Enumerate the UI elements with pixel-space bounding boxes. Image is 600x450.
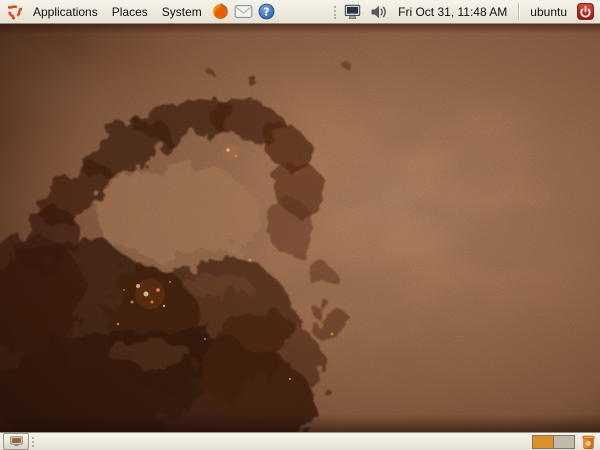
top-panel-tray: Fri Oct 31, 11:48 AM ubuntu (331, 1, 597, 22)
user-switcher-label[interactable]: ubuntu (526, 5, 571, 19)
ubuntu-circle-of-friends (6, 3, 23, 20)
panel-separator (518, 3, 520, 20)
clock-applet[interactable]: Fri Oct 31, 11:48 AM (393, 5, 512, 19)
grip-dots-icon (333, 4, 337, 20)
envelope-icon (234, 4, 253, 19)
top-panel: Applications Places System (0, 0, 600, 24)
ubuntu-desktop-screen: Applications Places System (0, 0, 600, 450)
help-launcher[interactable]: ? (256, 1, 277, 22)
volume-applet[interactable] (368, 1, 389, 22)
bottom-panel (0, 432, 600, 450)
firefox-launcher[interactable] (210, 1, 231, 22)
show-desktop-button[interactable] (3, 433, 29, 450)
power-session-button[interactable] (575, 1, 596, 22)
firefox-icon (211, 2, 230, 21)
volume-speaker-icon (370, 4, 387, 20)
power-button-icon (577, 3, 594, 20)
workspace-2[interactable] (553, 436, 574, 448)
menu-places[interactable]: Places (105, 3, 155, 21)
svg-text:?: ? (263, 5, 269, 18)
workspace-switcher (532, 435, 575, 449)
mail-launcher[interactable] (233, 1, 254, 22)
ubuntu-dust-ibex-wallpaper (0, 24, 600, 432)
notification-area-grip[interactable] (331, 3, 338, 21)
show-desktop-icon (10, 436, 23, 447)
menu-applications[interactable]: Applications (26, 3, 105, 21)
workspace-1[interactable] (533, 436, 553, 448)
ubuntu-logo-icon[interactable] (4, 1, 25, 22)
network-monitor-applet[interactable] (342, 1, 363, 22)
grip-dots-icon (31, 436, 35, 448)
computer-network-icon (344, 4, 361, 20)
trash-icon (581, 434, 596, 450)
help-question-icon: ? (257, 2, 276, 21)
menu-system[interactable]: System (155, 3, 209, 21)
trash-applet[interactable] (579, 433, 597, 450)
window-list-grip[interactable] (29, 433, 36, 450)
desktop-wallpaper[interactable] (0, 24, 600, 432)
